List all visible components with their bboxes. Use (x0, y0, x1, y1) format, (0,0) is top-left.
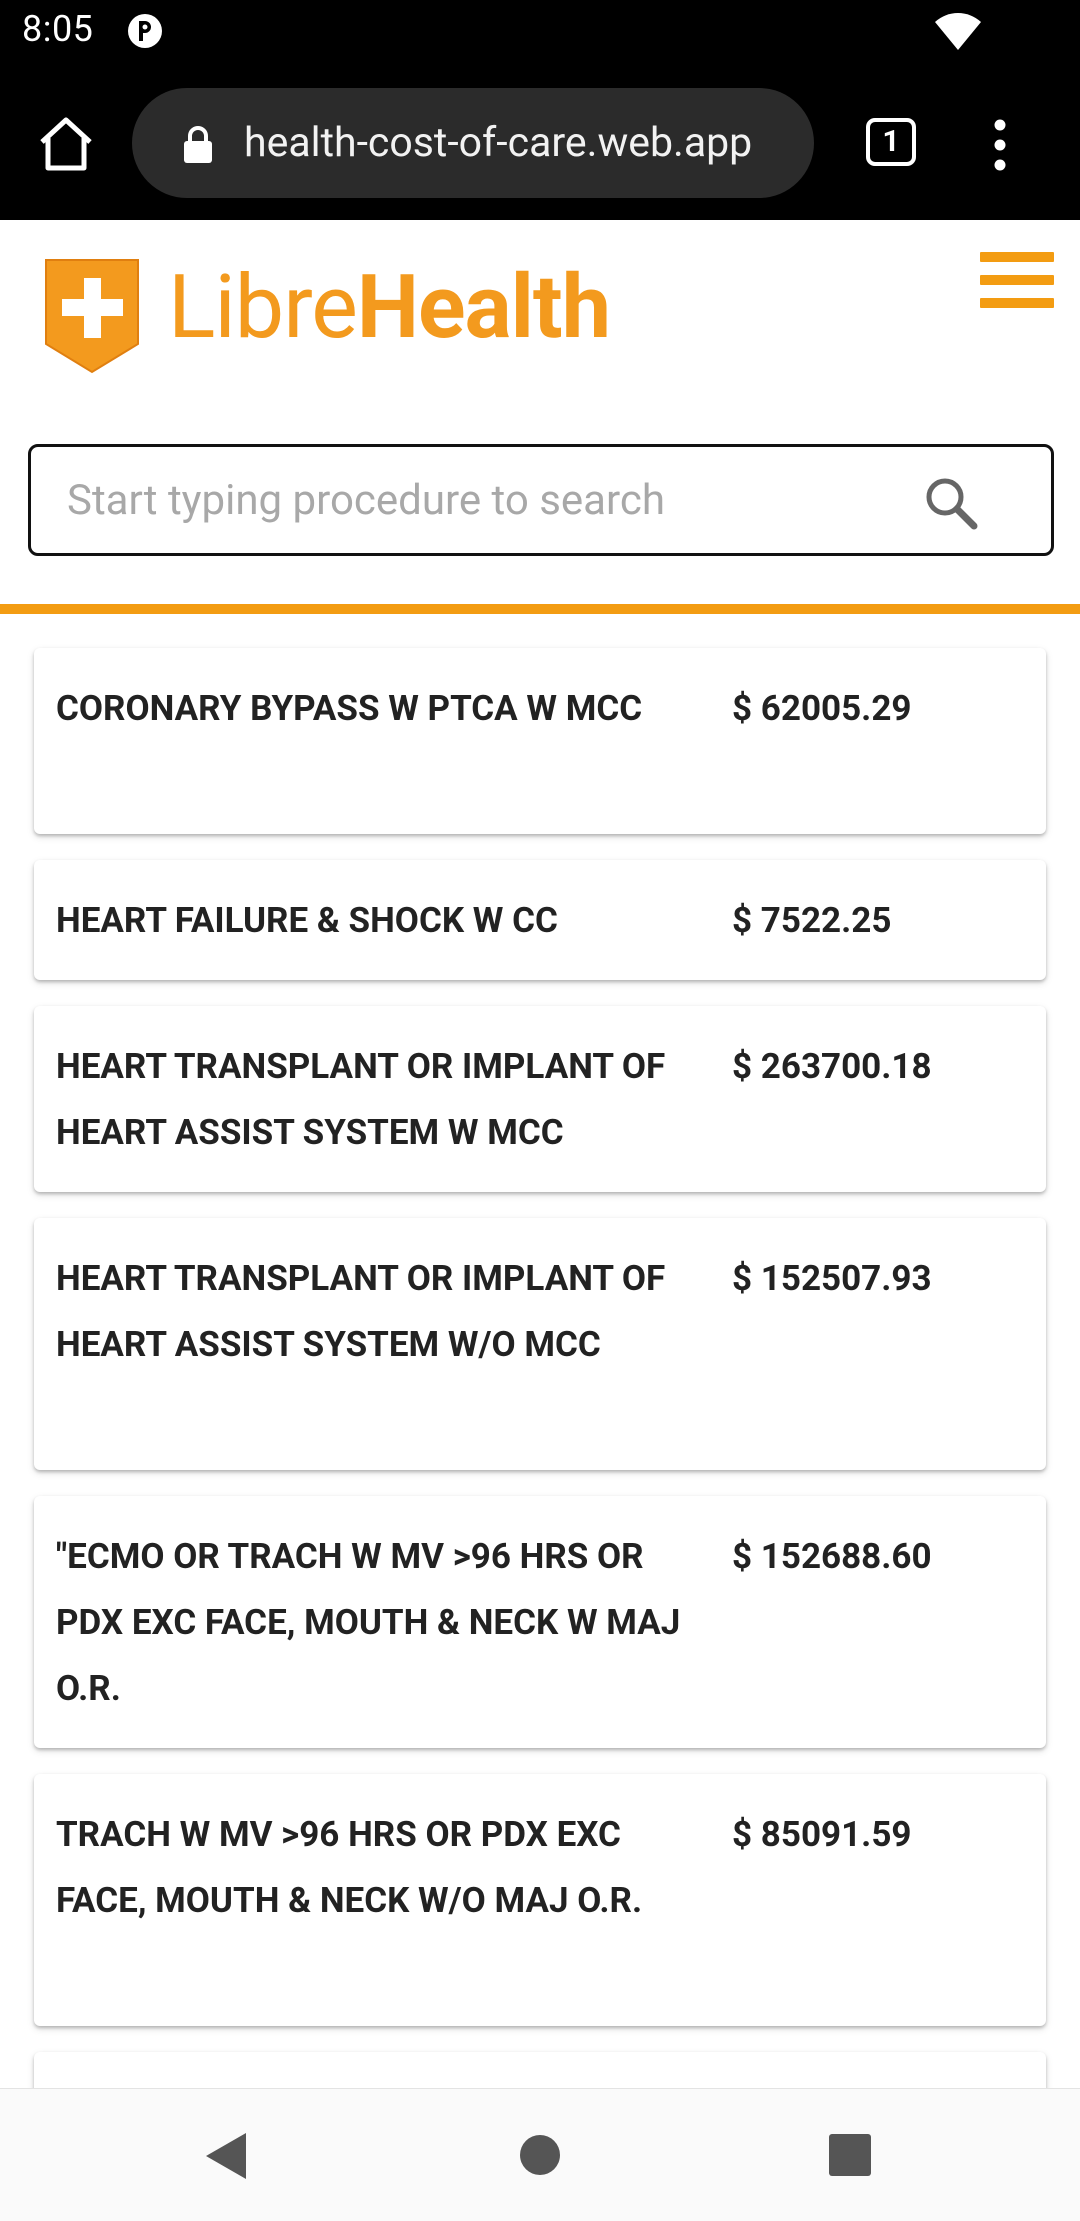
hamburger-menu-icon[interactable] (980, 252, 1054, 322)
procedure-price: $ 85091.59 (732, 1814, 912, 1855)
search-input[interactable] (67, 447, 907, 553)
home-circle-icon[interactable] (518, 2133, 562, 2177)
accent-divider (0, 604, 1080, 614)
procedure-name: "ECMO OR TRACH W MV >96 HRS OR PDX EXC F… (56, 1536, 681, 1709)
logo-wordmark-light: Libre (168, 256, 358, 359)
procedure-price: $ 7522.25 (732, 900, 892, 941)
procedure-price: $ 263700.18 (732, 1046, 932, 1087)
address-bar[interactable]: health-cost-of-care.web.app (132, 88, 814, 198)
recents-square-icon[interactable] (828, 2133, 872, 2177)
list-item[interactable]: TRACH W MV >96 HRS OR PDX EXC FACE, MOUT… (34, 1774, 1046, 2026)
home-icon[interactable] (36, 114, 96, 174)
logo-wordmark: LibreHealth (168, 256, 611, 360)
procedure-name: TRACH W MV >96 HRS OR PDX EXC FACE, MOUT… (56, 1814, 643, 1921)
procedure-price: $ 62005.29 (732, 688, 912, 729)
search-box (28, 444, 1054, 556)
system-nav-bar (0, 2088, 1080, 2221)
procedure-name: HEART FAILURE & SHOCK W CC (56, 900, 558, 941)
librehealth-logo[interactable]: LibreHealth (42, 256, 612, 376)
procedure-name: HEART TRANSPLANT OR IMPLANT OF HEART ASS… (56, 1046, 666, 1153)
procedure-name: HEART TRANSPLANT OR IMPLANT OF HEART ASS… (56, 1258, 666, 1365)
results-list: CORONARY BYPASS W PTCA W MCC $ 62005.29 … (0, 614, 1080, 2088)
procedure-price: $ 152507.93 (732, 1258, 932, 1299)
lock-icon (184, 126, 212, 163)
procedure-name: CORONARY BYPASS W PTCA W MCC (56, 688, 643, 729)
status-time: 8:05 (22, 8, 94, 50)
logo-wordmark-bold: Health (356, 256, 611, 359)
list-item[interactable]: HEART TRANSPLANT OR IMPLANT OF HEART ASS… (34, 1006, 1046, 1192)
procedure-price: $ 152688.60 (732, 1536, 932, 1577)
url-text[interactable]: health-cost-of-care.web.app (244, 88, 752, 198)
list-item[interactable]: HEART TRANSPLANT OR IMPLANT OF HEART ASS… (34, 1218, 1046, 1470)
app-notification-icon (128, 14, 162, 48)
search-icon[interactable] (923, 475, 979, 531)
status-bar: 8:05 (0, 0, 1080, 66)
wifi-icon (935, 13, 981, 50)
back-icon[interactable] (202, 2129, 250, 2183)
tab-switcher-button[interactable]: 1 (866, 118, 916, 166)
more-vert-icon[interactable] (990, 118, 1010, 172)
list-item[interactable]: "ECMO OR TRACH W MV >96 HRS OR PDX EXC F… (34, 1496, 1046, 1748)
list-item[interactable]: HEART FAILURE & SHOCK W CC $ 7522.25 (34, 860, 1046, 980)
logo-cross-icon (45, 259, 139, 374)
list-item[interactable]: CORONARY BYPASS W PTCA W MCC $ 62005.29 (34, 648, 1046, 834)
browser-toolbar: health-cost-of-care.web.app 1 (0, 66, 1080, 220)
list-item-partial[interactable] (34, 2052, 1046, 2088)
